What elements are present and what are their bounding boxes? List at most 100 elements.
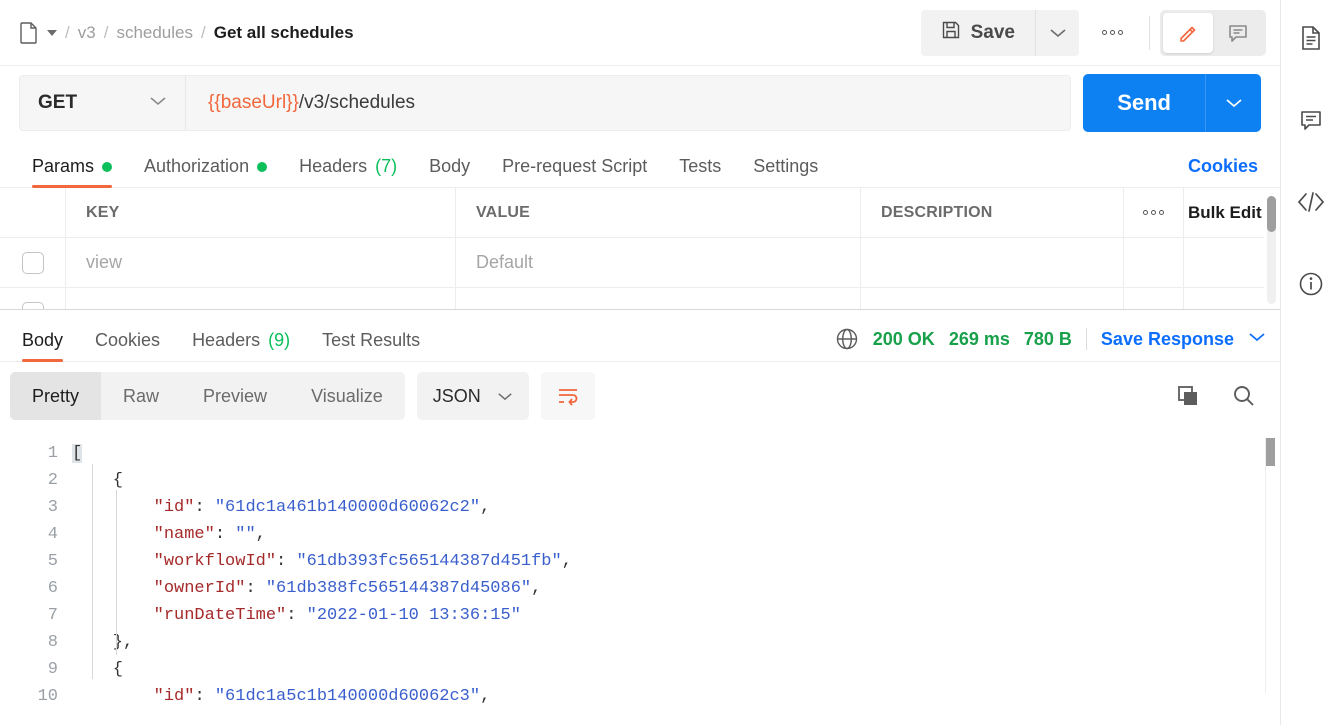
code-line: { — [72, 467, 1280, 494]
tab-body[interactable]: Body — [413, 156, 486, 187]
code-token — [72, 552, 154, 571]
save-button[interactable]: Save — [921, 10, 1035, 56]
http-method-selector[interactable]: GET — [20, 76, 186, 130]
view-mode-pretty[interactable]: Pretty — [10, 372, 101, 420]
view-mode-visualize[interactable]: Visualize — [289, 372, 405, 420]
globe-icon[interactable] — [835, 327, 859, 351]
page-title: Get all schedules — [214, 23, 354, 43]
params-table-header-row: KEY VALUE DESCRIPTION Bulk Edit — [0, 188, 1264, 238]
word-wrap-icon[interactable] — [541, 372, 595, 420]
save-response-chevron-down-icon[interactable] — [1248, 330, 1266, 348]
code-token: "id" — [154, 687, 195, 706]
view-mode-toggle-group — [1160, 10, 1266, 56]
code-token: : — [286, 606, 306, 625]
body-scrollbar[interactable] — [1265, 438, 1274, 693]
code-token — [72, 606, 154, 625]
send-button-group: Send — [1083, 74, 1261, 132]
tab-authorization[interactable]: Authorization — [128, 156, 283, 187]
search-icon[interactable] — [1222, 374, 1266, 418]
save-button-group: Save — [921, 10, 1079, 56]
row-checkbox[interactable] — [22, 302, 44, 311]
response-tab-headers-label: Headers — [192, 330, 260, 351]
breadcrumb-item-schedules[interactable]: schedules — [116, 23, 193, 43]
comment-icon[interactable] — [1289, 98, 1333, 142]
code-token: "name" — [154, 525, 215, 544]
request-header: / v3 / schedules / Get all schedules Sav… — [0, 0, 1280, 66]
row-checkbox[interactable] — [22, 252, 44, 274]
code-token: "61db393fc565144387d451fb" — [296, 552, 561, 571]
request-response-pane: / v3 / schedules / Get all schedules Sav… — [0, 0, 1281, 725]
view-mode-raw[interactable]: Raw — [101, 372, 181, 420]
params-scrollbar[interactable] — [1267, 196, 1276, 304]
response-tab-test-results[interactable]: Test Results — [306, 330, 436, 361]
response-meta: 200 OK 269 ms 780 B Save Response — [835, 327, 1280, 361]
request-more-options-icon[interactable] — [1085, 10, 1139, 56]
response-tab-cookies[interactable]: Cookies — [79, 330, 176, 361]
code-token: "" — [235, 525, 255, 544]
edit-mode-pencil-icon[interactable] — [1163, 13, 1213, 53]
save-options-caret-icon[interactable] — [1035, 10, 1079, 56]
code-token: : — [215, 525, 235, 544]
code-token — [72, 579, 154, 598]
response-tab-cookies-label: Cookies — [95, 330, 160, 351]
header-divider — [1149, 16, 1150, 50]
code-token: "61dc1a5c1b140000d60062c3" — [215, 687, 480, 706]
tab-tests[interactable]: Tests — [663, 156, 737, 187]
row-options-cell — [1124, 288, 1184, 311]
column-header-key: KEY — [86, 204, 120, 222]
breadcrumb-separator-1: / — [104, 23, 109, 43]
meta-divider — [1086, 328, 1087, 350]
comment-mode-icon[interactable] — [1213, 13, 1263, 53]
code-line: "id": "61dc1a461b140000d60062c2", — [72, 494, 1280, 521]
code-token: , — [480, 687, 490, 706]
response-tab-bar: Body Cookies Headers (9) Test Results 20… — [0, 310, 1280, 362]
documentation-icon[interactable] — [1289, 16, 1333, 60]
tab-headers[interactable]: Headers (7) — [283, 156, 413, 187]
json-code-content[interactable]: [ { "id": "61dc1a461b140000d60062c2", "n… — [72, 430, 1280, 725]
line-number: 10 — [0, 683, 58, 710]
tab-settings[interactable]: Settings — [737, 156, 834, 187]
row-value-input[interactable]: Default — [476, 252, 533, 273]
response-tab-headers-count: (9) — [268, 330, 290, 351]
code-icon[interactable] — [1289, 180, 1333, 224]
save-response-button[interactable]: Save Response — [1101, 329, 1234, 350]
row-key-input[interactable]: view — [86, 252, 122, 273]
tab-params[interactable]: Params — [16, 156, 128, 187]
response-body-viewer[interactable]: 1 2 3 4 5 6 7 8 9 10 [ { "id": "61dc1a46… — [0, 430, 1280, 725]
row-bulk-cell — [1184, 288, 1264, 311]
line-number: 2 — [0, 467, 58, 494]
url-input[interactable]: {{baseUrl}}/v3/schedules — [186, 92, 415, 114]
response-tab-body[interactable]: Body — [6, 330, 79, 361]
breadcrumb-item-v3[interactable]: v3 — [78, 23, 96, 43]
code-token: }, — [72, 633, 133, 652]
table-row[interactable] — [0, 288, 1264, 310]
bulk-edit-button[interactable]: Bulk Edit — [1188, 203, 1262, 223]
code-token: "2022-01-10 13:36:15" — [307, 606, 521, 625]
line-number-gutter: 1 2 3 4 5 6 7 8 9 10 — [0, 430, 72, 725]
table-row[interactable]: view Default — [0, 238, 1264, 288]
tab-body-label: Body — [429, 156, 470, 177]
cookies-link[interactable]: Cookies — [1188, 156, 1264, 187]
send-options-caret-icon[interactable] — [1205, 74, 1261, 132]
row-description-input[interactable] — [861, 288, 1124, 311]
response-body-toolbar: Pretty Raw Preview Visualize JSON — [0, 362, 1280, 430]
column-header-value: VALUE — [476, 204, 530, 222]
header-checkbox-cell — [0, 188, 66, 238]
code-line: [ — [72, 440, 1280, 467]
response-tab-headers[interactable]: Headers (9) — [176, 330, 306, 361]
send-button[interactable]: Send — [1083, 74, 1205, 132]
response-size: 780 B — [1024, 329, 1072, 350]
code-line: { — [72, 656, 1280, 683]
tab-pre-request-script[interactable]: Pre-request Script — [486, 156, 663, 187]
view-mode-preview[interactable]: Preview — [181, 372, 289, 420]
info-icon[interactable] — [1289, 262, 1333, 306]
response-format-selector[interactable]: JSON — [417, 372, 529, 420]
code-token: : — [276, 552, 296, 571]
response-time: 269 ms — [949, 329, 1010, 350]
collection-caret-icon[interactable] — [47, 30, 57, 36]
copy-icon[interactable] — [1166, 374, 1210, 418]
params-options-icon[interactable] — [1124, 188, 1184, 238]
line-number: 4 — [0, 521, 58, 548]
response-tab-test-results-label: Test Results — [322, 330, 420, 351]
response-view-mode-group: Pretty Raw Preview Visualize — [10, 372, 405, 420]
